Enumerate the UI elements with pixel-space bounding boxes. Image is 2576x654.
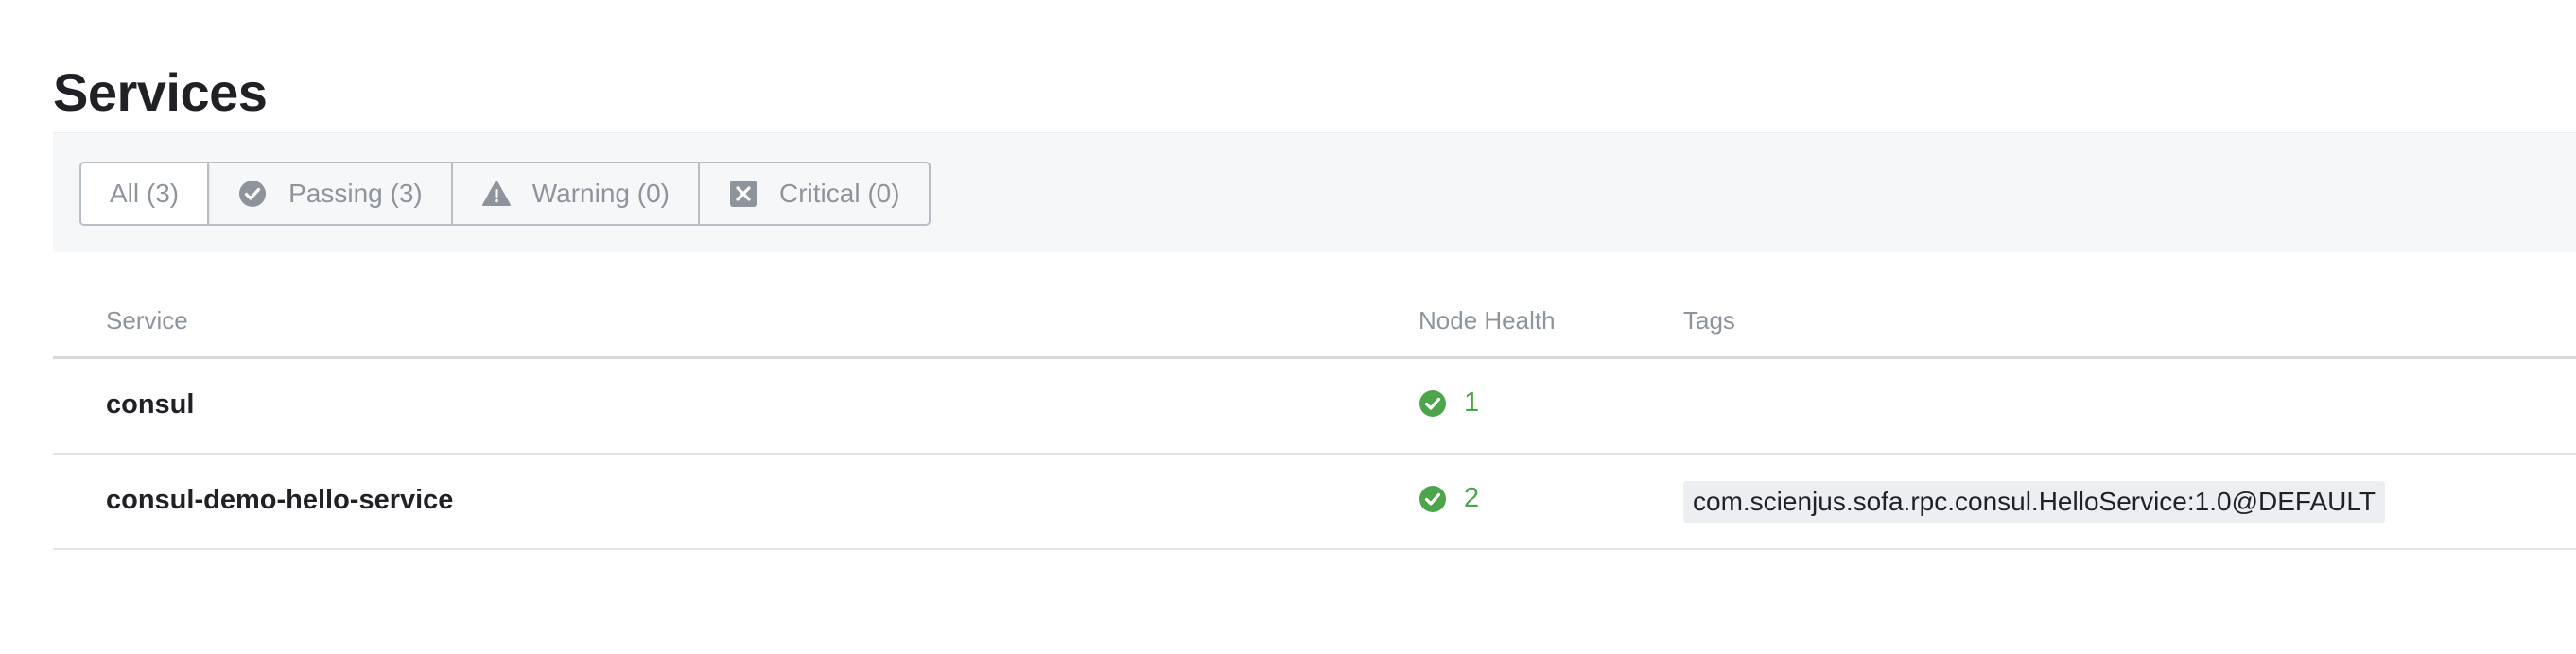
service-name[interactable]: consul-demo-hello-service bbox=[106, 485, 453, 516]
column-header-node-health[interactable]: Node Health bbox=[1419, 306, 1556, 336]
check-circle-icon bbox=[237, 179, 268, 209]
node-health: 2 bbox=[1419, 483, 1479, 514]
column-header-tags[interactable]: Tags bbox=[1683, 306, 1735, 336]
filter-warning-label: Warning (0) bbox=[531, 179, 670, 208]
filter-critical-button[interactable]: Critical (0) bbox=[700, 164, 929, 224]
services-table: Service Node Health Tags consul 1 consul… bbox=[53, 284, 2576, 550]
services-page: Services All (3) Passing (3) Warning (0) bbox=[0, 0, 2576, 654]
filter-passing-button[interactable]: Passing (3) bbox=[209, 164, 453, 224]
table-row[interactable]: consul 1 bbox=[53, 359, 2576, 455]
filter-all-button[interactable]: All (3) bbox=[81, 164, 210, 224]
node-health-count: 2 bbox=[1464, 483, 1480, 513]
warning-triangle-icon bbox=[481, 179, 512, 209]
filter-passing-label: Passing (3) bbox=[288, 179, 423, 208]
column-header-service[interactable]: Service bbox=[106, 306, 188, 336]
passing-check-icon bbox=[1419, 389, 1447, 418]
service-tag: com.scienjus.sofa.rpc.consul.HelloServic… bbox=[1683, 481, 2385, 523]
filter-bar: All (3) Passing (3) Warning (0) Critical… bbox=[53, 132, 2576, 252]
filter-critical-label: Critical (0) bbox=[778, 179, 900, 208]
service-name[interactable]: consul bbox=[106, 389, 194, 421]
node-health-count: 1 bbox=[1464, 387, 1480, 418]
filter-warning-button[interactable]: Warning (0) bbox=[453, 164, 700, 224]
table-row[interactable]: consul-demo-hello-service 2 com.scienjus… bbox=[53, 455, 2576, 550]
table-header: Service Node Health Tags bbox=[53, 284, 2576, 359]
health-filter-group: All (3) Passing (3) Warning (0) Critical… bbox=[79, 162, 931, 226]
passing-check-icon bbox=[1419, 485, 1447, 513]
page-title: Services bbox=[53, 62, 268, 122]
filter-all-label: All (3) bbox=[110, 179, 180, 208]
critical-x-icon bbox=[728, 179, 758, 209]
node-health: 1 bbox=[1419, 387, 1479, 419]
